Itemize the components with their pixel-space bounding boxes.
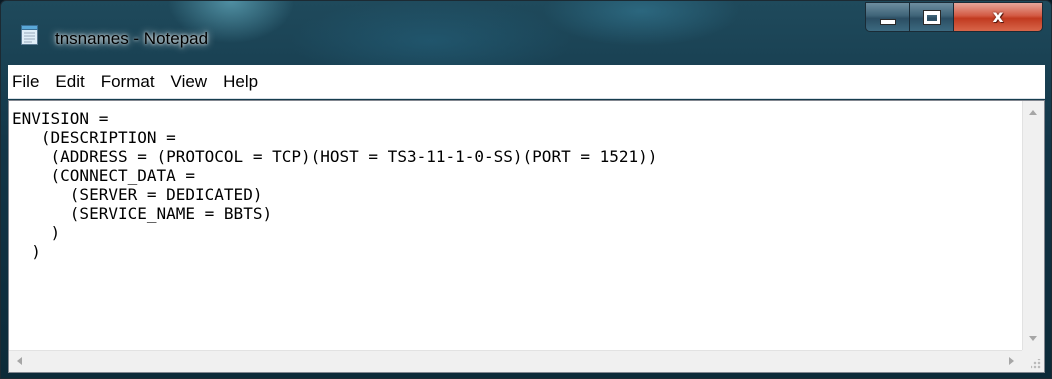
editor-line: (SERVICE_NAME = BBTS) [12, 204, 273, 223]
menu-view[interactable]: View [163, 65, 216, 99]
vertical-scrollbar[interactable] [1022, 101, 1044, 350]
editor-line: (DESCRIPTION = [12, 128, 176, 147]
caption-buttons: x [865, 2, 1043, 33]
editor-line: (ADDRESS = (PROTOCOL = TCP)(HOST = TS3-1… [12, 147, 658, 166]
editor-line: (CONNECT_DATA = [12, 166, 196, 185]
menu-file[interactable]: File [8, 65, 47, 99]
scroll-up-arrow-icon[interactable] [1029, 110, 1037, 115]
horizontal-scrollbar[interactable] [9, 350, 1022, 372]
resize-grip-icon [1031, 359, 1041, 369]
menu-format[interactable]: Format [93, 65, 163, 99]
editor-line: ENVISION = [12, 109, 109, 128]
minimize-icon [879, 19, 896, 25]
editor-line: (SERVER = DEDICATED) [12, 185, 263, 204]
size-grip[interactable] [1022, 350, 1044, 372]
editor-line: ) [12, 223, 61, 242]
close-button[interactable]: x [953, 2, 1043, 32]
maximize-button[interactable] [909, 2, 953, 32]
text-editor[interactable]: ENVISION = (DESCRIPTION = (ADDRESS = (PR… [9, 101, 1022, 350]
scroll-left-arrow-icon[interactable] [17, 357, 22, 365]
maximize-icon [923, 10, 940, 24]
menu-bar: File Edit Format View Help [8, 65, 1045, 99]
editor-area: ENVISION = (DESCRIPTION = (ADDRESS = (PR… [8, 100, 1045, 373]
title-bar[interactable]: tnsnames - Notepad x [1, 1, 1051, 63]
scroll-right-arrow-icon[interactable] [1009, 357, 1014, 365]
window-title: tnsnames - Notepad [55, 29, 209, 48]
minimize-button[interactable] [865, 2, 909, 32]
menu-edit[interactable]: Edit [47, 65, 92, 99]
notepad-icon[interactable] [21, 25, 38, 45]
close-icon: x [992, 7, 1004, 27]
editor-lines: ENVISION = (DESCRIPTION = (ADDRESS = (PR… [9, 101, 1022, 261]
editor-line: ) [12, 242, 41, 261]
notepad-window: tnsnames - Notepad x File Edit Format Vi… [0, 0, 1052, 379]
menu-help[interactable]: Help [215, 65, 266, 99]
scroll-down-arrow-icon[interactable] [1029, 336, 1037, 341]
